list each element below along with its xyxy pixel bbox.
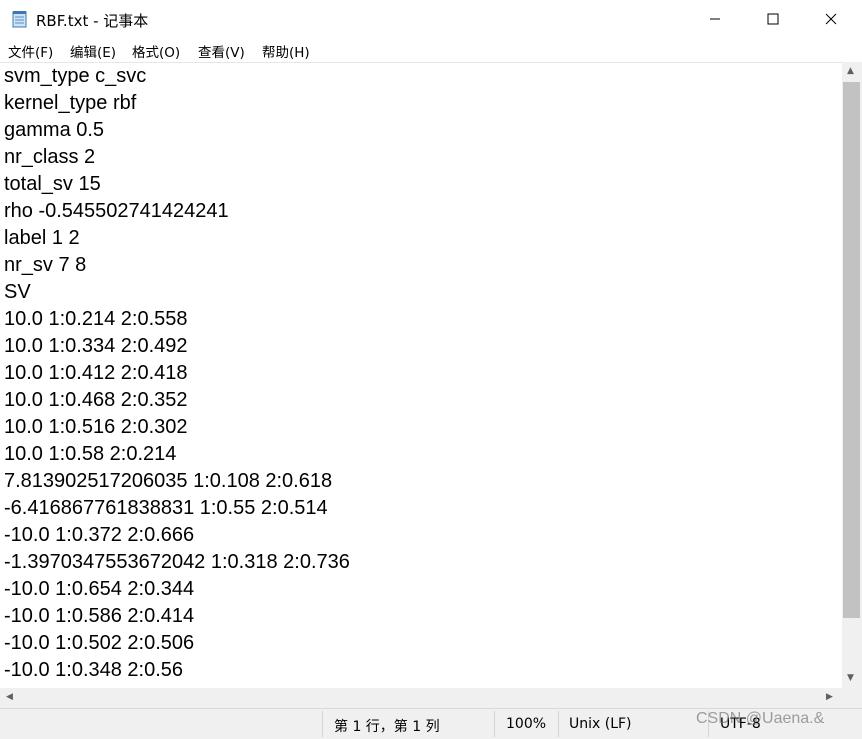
text-line: 10.0 1:0.412 2:0.418 [4, 362, 188, 384]
scroll-down-icon[interactable]: ▼ [847, 673, 854, 683]
scroll-right-icon[interactable]: ▶ [826, 692, 833, 702]
scrollbar-corner [842, 688, 862, 708]
text-line: 10.0 1:0.58 2:0.214 [4, 443, 177, 465]
text-line: nr_sv 7 8 [4, 254, 87, 276]
text-line: -10.0 1:0.348 2:0.56 [4, 659, 184, 681]
text-line: nr_class 2 [4, 146, 96, 168]
scroll-left-icon[interactable]: ◀ [6, 692, 13, 702]
status-divider [322, 711, 323, 737]
text-line: total_sv 15 [4, 173, 101, 195]
minimize-icon [710, 18, 720, 20]
close-icon [825, 13, 837, 25]
text-line: 10.0 1:0.516 2:0.302 [4, 416, 188, 438]
line-ending: Unix (LF) [569, 716, 632, 732]
vertical-scroll-thumb[interactable] [843, 82, 860, 618]
maximize-icon [767, 13, 779, 25]
status-divider [494, 711, 495, 737]
text-line: SV [4, 281, 31, 303]
title-bar: RBF.txt - 记事本 [0, 0, 862, 38]
text-line: -10.0 1:0.586 2:0.414 [4, 605, 195, 627]
text-line: gamma 0.5 [4, 119, 105, 141]
menu-format[interactable]: 格式(O) [132, 41, 180, 61]
text-line: 10.0 1:0.214 2:0.558 [4, 308, 188, 330]
menu-help[interactable]: 帮助(H) [262, 41, 310, 61]
text-line: svm_type c_svc [4, 65, 147, 87]
notepad-icon [12, 10, 28, 28]
text-line: -10.0 1:0.372 2:0.666 [4, 524, 195, 546]
watermark: CSDN @Uaena.& [696, 710, 825, 727]
text-line: -1.3970347553672042 1:0.318 2:0.736 [4, 551, 350, 573]
scroll-up-icon[interactable]: ▲ [847, 66, 854, 76]
zoom-level: 100% [506, 716, 547, 732]
text-line: rho -0.545502741424241 [4, 200, 229, 222]
text-line: -10.0 1:0.654 2:0.344 [4, 578, 195, 600]
cursor-position: 第 1 行，第 1 列 [334, 719, 440, 735]
text-line: kernel_type rbf [4, 92, 137, 114]
menu-bar: 文件(F) 编辑(E) 格式(O) 查看(V) 帮助(H) [0, 38, 862, 62]
status-divider [558, 711, 559, 737]
minimize-button[interactable] [686, 0, 744, 38]
text-line: 7.81390251720603​5 1:0.108 2:0.618 [4, 470, 333, 492]
text-line: -6.416867761838831 1:0.55 2:0.514 [4, 497, 328, 519]
text-line: 10.0 1:0.468 2:0.352 [4, 389, 188, 411]
close-button[interactable] [802, 0, 860, 38]
window-title: RBF.txt - 记事本 [36, 12, 149, 30]
text-line: 10.0 1:0.334 2:0.492 [4, 335, 188, 357]
menu-edit[interactable]: 编辑(E) [70, 41, 116, 61]
horizontal-scrollbar[interactable] [0, 688, 842, 708]
text-editor[interactable]: svm_type c_svc kernel_type rbf gamma 0.5… [0, 62, 842, 689]
menu-file[interactable]: 文件(F) [8, 41, 53, 61]
text-line: -10.0 1:0.502 2:0.506 [4, 632, 195, 654]
maximize-button[interactable] [744, 0, 802, 38]
text-line: label 1 2 [4, 227, 80, 249]
menu-view[interactable]: 查看(V) [198, 41, 245, 61]
